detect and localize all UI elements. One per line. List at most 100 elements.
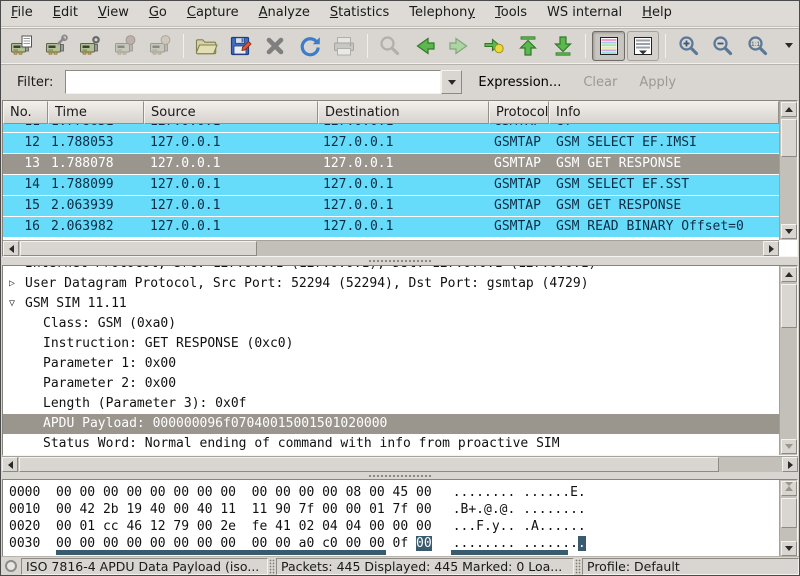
- expander-expanded-icon[interactable]: ▽: [9, 294, 23, 314]
- detail-row-udp[interactable]: ▷User Datagram Protocol, Src Port: 52294…: [3, 274, 779, 294]
- scroll-left-button[interactable]: [2, 457, 18, 472]
- scroll-right-button[interactable]: [763, 241, 779, 256]
- menu-file[interactable]: File: [1, 1, 43, 26]
- column-header-destination[interactable]: Destination: [318, 101, 489, 124]
- detail-row-instruction[interactable]: Instruction: GET RESPONSE (0xc0): [3, 334, 779, 354]
- details-hscrollbar[interactable]: [2, 456, 798, 472]
- status-grip[interactable]: [575, 559, 581, 574]
- capture-start-button[interactable]: [75, 31, 108, 61]
- filter-dropdown-button[interactable]: [441, 70, 462, 94]
- go-forward-button[interactable]: [443, 31, 476, 61]
- hex-row[interactable]: 000000 00 00 00 00 00 00 00 00 00 00 00 …: [3, 484, 779, 501]
- capture-options-button[interactable]: [41, 31, 74, 61]
- menu-statistics[interactable]: Statistics: [320, 1, 399, 26]
- scroll-left-button[interactable]: [3, 241, 19, 256]
- reload-file-button[interactable]: [294, 31, 327, 61]
- expert-info-button[interactable]: [5, 560, 17, 572]
- go-top-button[interactable]: [512, 31, 545, 61]
- vscroll-thumb[interactable]: [781, 498, 797, 528]
- column-header-no[interactable]: No.: [3, 101, 48, 124]
- scroll-down-button[interactable]: [781, 439, 797, 454]
- detail-row-parameter1[interactable]: Parameter 1: 0x00: [3, 354, 779, 374]
- selected-hex-byte[interactable]: 00: [416, 536, 432, 551]
- expression-button[interactable]: Expression...: [472, 73, 567, 92]
- detail-row-parameter2[interactable]: Parameter 2: 0x00: [3, 374, 779, 394]
- scroll-right-button[interactable]: [782, 457, 798, 472]
- packet-row[interactable]: 121.788053127.0.0.1127.0.0.1GSMTAPGSM SE…: [3, 133, 779, 153]
- detail-row-gsm-sim[interactable]: ▽GSM SIM 11.11: [3, 294, 779, 314]
- hscroll-thumb[interactable]: [20, 241, 257, 256]
- scroll-up-button[interactable]: [781, 267, 797, 282]
- menu-edit[interactable]: Edit: [43, 1, 88, 26]
- column-header-protocol[interactable]: Protocol: [489, 101, 549, 124]
- clear-button[interactable]: Clear: [577, 73, 623, 92]
- capture-restart-button[interactable]: [144, 31, 177, 61]
- menu-ws-internal[interactable]: WS internal: [537, 1, 632, 26]
- print-button[interactable]: [328, 31, 361, 61]
- go-bottom-button[interactable]: [547, 31, 580, 61]
- status-packet-counts: Packets: 445 Displayed: 445 Marked: 0 Lo…: [276, 558, 574, 575]
- toolbar-overflow-caret[interactable]: [785, 43, 793, 48]
- hex-vscrollbar[interactable]: [779, 480, 797, 557]
- column-header-source[interactable]: Source: [144, 101, 318, 124]
- hscroll-thumb[interactable]: [19, 457, 719, 472]
- triangle-down-icon: [785, 229, 793, 238]
- detail-row-status-word[interactable]: Status Word: Normal ending of command wi…: [3, 434, 779, 454]
- menu-capture[interactable]: Capture: [177, 1, 249, 26]
- status-grip[interactable]: [269, 559, 275, 574]
- pane-splitter-2[interactable]: [1, 472, 799, 479]
- menu-help[interactable]: Help: [632, 1, 682, 26]
- colorize-toggle[interactable]: [592, 31, 625, 61]
- selected-ascii-char[interactable]: .: [578, 536, 586, 551]
- filter-button[interactable]: Filter:: [13, 73, 57, 92]
- zoom-out-button[interactable]: [707, 31, 740, 61]
- menu-view[interactable]: View: [88, 1, 139, 26]
- pane-splitter-1[interactable]: [1, 257, 799, 265]
- menu-tools[interactable]: Tools: [485, 1, 537, 26]
- packet-row[interactable]: 141.788099127.0.0.1127.0.0.1GSMTAPGSM SE…: [3, 175, 779, 195]
- capture-stop-button[interactable]: [110, 31, 143, 61]
- zoom-in-button[interactable]: [672, 31, 705, 61]
- open-file-button[interactable]: [190, 31, 223, 61]
- packet-row-selected[interactable]: 131.788078127.0.0.1127.0.0.1GSMTAPGSM GE…: [3, 154, 779, 174]
- save-file-button[interactable]: [224, 31, 257, 61]
- detail-row-class[interactable]: Class: GSM (0xa0): [3, 314, 779, 334]
- hex-row[interactable]: 001000 42 2b 19 40 00 40 11 11 90 7f 00 …: [3, 501, 779, 518]
- column-header-time[interactable]: Time: [48, 101, 144, 124]
- close-file-button[interactable]: [259, 31, 292, 61]
- auto-scroll-toggle[interactable]: [627, 31, 660, 61]
- packet-list-vscrollbar[interactable]: [779, 101, 797, 240]
- apply-button[interactable]: Apply: [633, 73, 682, 92]
- packet-row[interactable]: 162.063982127.0.0.1127.0.0.1GSMTAPGSM RE…: [3, 217, 779, 237]
- packet-row-partial[interactable]: 111.778651127.0.0.1127.0.0.1GSMTAPGT: [3, 124, 779, 132]
- go-back-button[interactable]: [408, 31, 441, 61]
- goto-packet-button[interactable]: [478, 31, 511, 61]
- status-profile[interactable]: Profile: Default: [582, 558, 799, 575]
- scroll-down-button[interactable]: [781, 224, 797, 239]
- detail-row-length[interactable]: Length (Parameter 3): 0x0f: [3, 394, 779, 414]
- scroll-up-button[interactable]: [781, 481, 797, 496]
- reload-icon: [298, 34, 322, 58]
- hex-row[interactable]: 002000 01 cc 46 12 79 00 2e fe 41 02 04 …: [3, 518, 779, 535]
- vscroll-thumb[interactable]: [781, 284, 797, 328]
- vscroll-thumb[interactable]: [781, 119, 797, 157]
- packet-list-hscrollbar[interactable]: [3, 240, 779, 256]
- details-vscrollbar[interactable]: [779, 266, 797, 455]
- menu-go[interactable]: Go: [139, 1, 177, 26]
- zoom-normal-button[interactable]: 1:1: [742, 31, 775, 61]
- scroll-down-button[interactable]: [781, 541, 797, 556]
- network-card-gear-icon: [79, 34, 103, 58]
- expander-collapsed-icon[interactable]: ▷: [9, 274, 23, 294]
- find-packet-button[interactable]: [374, 31, 407, 61]
- open-folder-icon: [194, 34, 218, 58]
- list-interfaces-button[interactable]: [6, 31, 39, 61]
- packet-row[interactable]: 152.063939127.0.0.1127.0.0.1GSMTAPGSM GE…: [3, 196, 779, 216]
- filter-input[interactable]: [65, 70, 441, 94]
- scroll-up-button[interactable]: [781, 102, 797, 117]
- column-header-info[interactable]: Info: [549, 101, 779, 124]
- detail-row-partial[interactable]: Internet Protocol, Src: 127.0.0.1 (127.0…: [3, 266, 779, 274]
- menu-analyze[interactable]: Analyze: [249, 1, 320, 26]
- triangle-down-icon: [785, 444, 793, 453]
- detail-row-apdu-payload-selected[interactable]: APDU Payload: 000000096f0704001500150102…: [3, 414, 779, 434]
- menu-telephony[interactable]: Telephony: [399, 1, 485, 26]
